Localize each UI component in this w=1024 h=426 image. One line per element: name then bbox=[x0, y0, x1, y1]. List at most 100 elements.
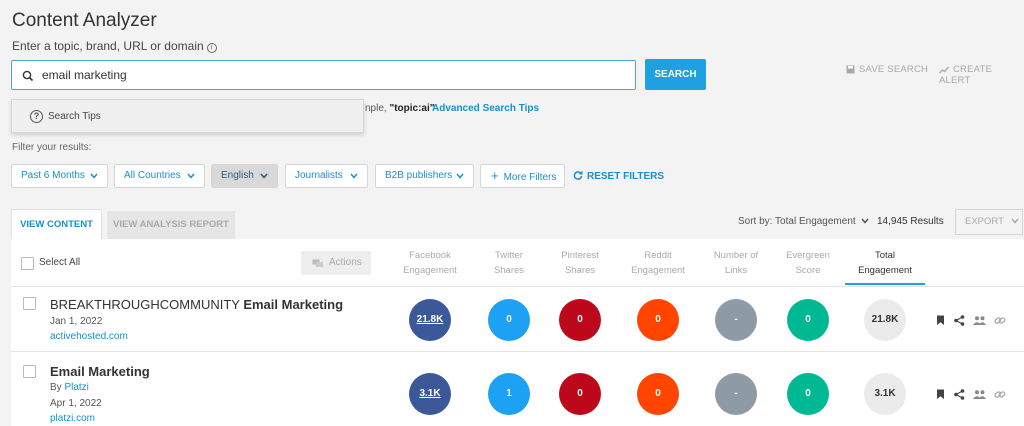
chat-icon bbox=[312, 259, 323, 267]
info-icon[interactable]: i bbox=[206, 43, 217, 53]
article-title-link[interactable]: Email Marketing bbox=[50, 364, 150, 379]
article-author: By Platzi bbox=[50, 382, 89, 393]
filter-label: Filter your results: bbox=[12, 142, 92, 153]
col-total-engagement[interactable]: Total Engagement bbox=[840, 248, 930, 278]
filter-journalists[interactable]: Journalists bbox=[285, 164, 368, 188]
select-all-checkbox[interactable] bbox=[21, 257, 34, 270]
advanced-search-tips-link[interactable]: Advanced Search Tips bbox=[432, 103, 539, 114]
row-divider bbox=[11, 351, 1024, 352]
hint-example: "topic:ai" bbox=[389, 103, 435, 114]
search-value[interactable]: email marketing bbox=[42, 68, 127, 82]
article-domain-link[interactable]: activehosted.com bbox=[50, 331, 128, 342]
plus-icon: + bbox=[491, 168, 499, 183]
total-engagement-badge: 3.1K bbox=[864, 373, 906, 415]
search-icon bbox=[22, 70, 34, 82]
col-facebook-engagement[interactable]: Facebook Engagement bbox=[385, 248, 475, 278]
results-count: 14,945 Results bbox=[877, 216, 944, 227]
filter-b2b-label: B2B publishers bbox=[385, 170, 453, 181]
article-date: Apr 1, 2022 bbox=[50, 398, 102, 409]
select-all-label: Select All bbox=[39, 257, 81, 268]
col-line1: Pinterest bbox=[561, 250, 599, 261]
active-sort-indicator bbox=[845, 283, 925, 285]
pinterest-shares-badge: 0 bbox=[559, 373, 601, 415]
people-icon[interactable] bbox=[973, 390, 986, 399]
col-pinterest-shares[interactable]: Pinterest Shares bbox=[535, 248, 625, 278]
article-title-link[interactable]: BREAKTHROUGHCOMMUNITY Email Marketing bbox=[50, 297, 343, 312]
share-icon[interactable] bbox=[954, 315, 965, 326]
create-alert-button[interactable]: CREATE ALERT bbox=[939, 64, 1024, 86]
facebook-engagement-badge[interactable]: 3.1K bbox=[409, 373, 451, 415]
sort-dropdown[interactable]: Sort by: Total Engagement bbox=[738, 216, 870, 227]
pinterest-shares-badge: 0 bbox=[559, 299, 601, 341]
evergreen-score-badge: 0 bbox=[787, 299, 829, 341]
row-checkbox[interactable] bbox=[23, 297, 36, 310]
export-label: EXPORT bbox=[965, 216, 1004, 227]
save-search-button[interactable]: SAVE SEARCH bbox=[846, 64, 928, 75]
search-input[interactable]: email marketing bbox=[11, 60, 636, 90]
actions-label: Actions bbox=[329, 257, 362, 268]
twitter-shares-badge: 0 bbox=[488, 299, 530, 341]
subtitle-text: Enter a topic, brand, URL or domain bbox=[12, 39, 204, 53]
filter-language-label: English bbox=[221, 170, 254, 181]
article-domain-link[interactable]: platzi.com bbox=[50, 413, 95, 424]
author-by-label: By bbox=[50, 382, 62, 393]
tab-view-analysis-report[interactable]: VIEW ANALYSIS REPORT bbox=[107, 211, 235, 239]
link-icon[interactable] bbox=[994, 315, 1006, 326]
chevron-down-icon bbox=[90, 173, 98, 179]
tab-view-content[interactable]: VIEW CONTENT bbox=[11, 209, 102, 239]
bookmark-icon[interactable] bbox=[936, 315, 945, 326]
filter-countries[interactable]: All Countries bbox=[114, 164, 205, 188]
article-date: Jan 1, 2022 bbox=[50, 316, 103, 327]
search-subtitle: Enter a topic, brand, URL or domain i bbox=[12, 39, 217, 53]
save-search-label: SAVE SEARCH bbox=[859, 64, 929, 75]
facebook-value: 3.1K bbox=[419, 388, 441, 399]
filter-b2b-publishers[interactable]: B2B publishers bbox=[375, 164, 474, 188]
col-line2: Engagement bbox=[631, 265, 685, 276]
col-line2: Engagement bbox=[858, 265, 912, 276]
row-checkbox[interactable] bbox=[23, 365, 36, 378]
search-tips-label: Search Tips bbox=[48, 111, 101, 122]
chevron-down-icon bbox=[260, 173, 268, 179]
reddit-engagement-badge: 0 bbox=[637, 299, 679, 341]
search-tips-dropdown[interactable]: ? Search Tips bbox=[11, 99, 364, 133]
search-button[interactable]: SEARCH bbox=[645, 59, 706, 90]
question-icon: ? bbox=[30, 110, 43, 123]
chevron-down-icon bbox=[456, 173, 464, 179]
col-line1: Total bbox=[874, 250, 896, 261]
chevron-down-icon bbox=[861, 218, 870, 224]
reset-filters-button[interactable]: RESET FILTERS bbox=[573, 170, 664, 182]
more-filters-button[interactable]: + More Filters bbox=[480, 164, 565, 188]
filter-date-range[interactable]: Past 6 Months bbox=[11, 164, 108, 188]
article-title-prefix: BREAKTHROUGHCOMMUNITY bbox=[50, 297, 244, 312]
col-line1: Facebook bbox=[409, 250, 451, 261]
filter-date-label: Past 6 Months bbox=[21, 170, 85, 181]
hint-prefix: nple, bbox=[365, 103, 390, 114]
link-icon[interactable] bbox=[994, 389, 1006, 400]
share-icon[interactable] bbox=[954, 389, 965, 400]
trend-icon bbox=[939, 66, 950, 74]
twitter-shares-badge: 1 bbox=[488, 373, 530, 415]
people-icon[interactable] bbox=[973, 316, 986, 325]
article-title-main: Email Marketing bbox=[50, 364, 150, 379]
evergreen-score-badge: 0 bbox=[787, 373, 829, 415]
author-link[interactable]: Platzi bbox=[64, 382, 88, 393]
facebook-value: 21.8K bbox=[416, 314, 444, 325]
chevron-down-icon bbox=[187, 173, 195, 179]
header-divider bbox=[11, 286, 1024, 287]
chevron-down-icon bbox=[1011, 218, 1019, 224]
links-badge: - bbox=[715, 373, 757, 415]
filter-countries-label: All Countries bbox=[124, 170, 181, 181]
col-reddit-engagement[interactable]: Reddit Engagement bbox=[613, 248, 703, 278]
col-line1: Reddit bbox=[644, 250, 672, 261]
facebook-engagement-badge[interactable]: 21.8K bbox=[409, 299, 451, 341]
search-hint: nple, "topic:ai" bbox=[365, 103, 435, 114]
chevron-down-icon bbox=[350, 173, 358, 179]
reset-filters-label: RESET FILTERS bbox=[587, 171, 665, 182]
filter-language[interactable]: English bbox=[211, 164, 278, 188]
floppy-icon bbox=[846, 65, 855, 74]
export-button[interactable]: EXPORT bbox=[955, 209, 1023, 235]
bookmark-icon[interactable] bbox=[936, 389, 945, 400]
more-filters-label: More Filters bbox=[503, 172, 557, 183]
total-engagement-badge: 21.8K bbox=[864, 299, 906, 341]
actions-button[interactable]: Actions bbox=[301, 251, 371, 275]
